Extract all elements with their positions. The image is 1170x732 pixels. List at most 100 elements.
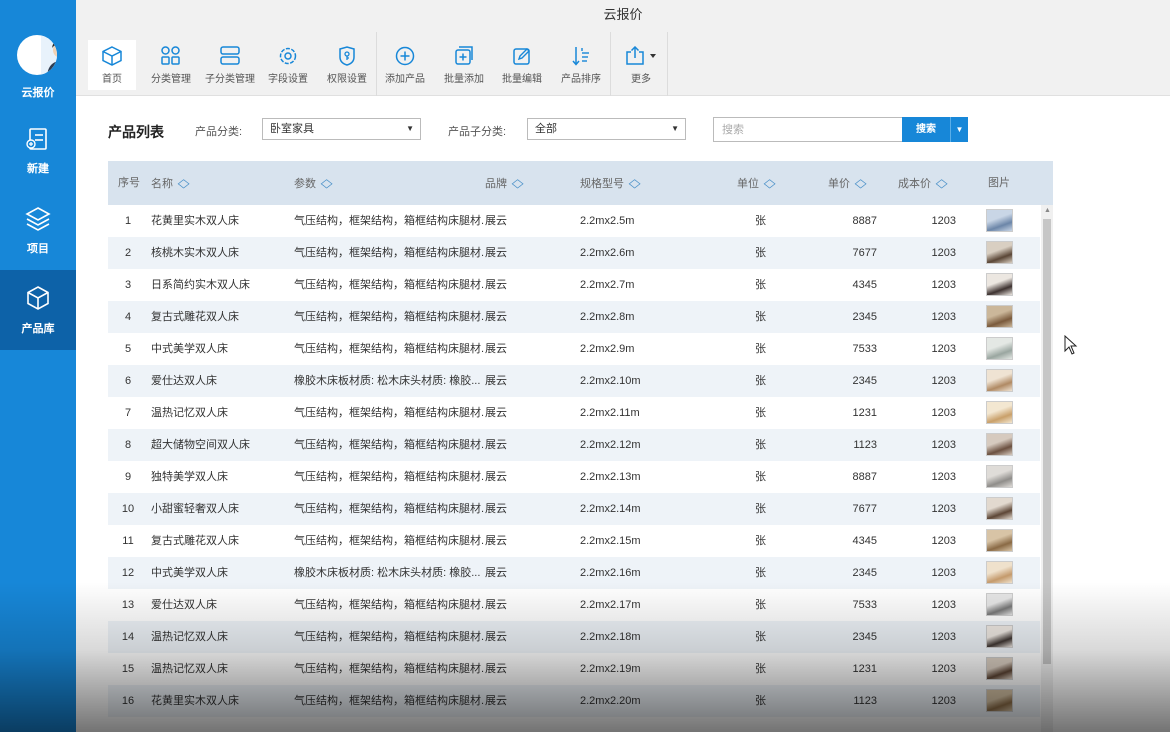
avatar [17,35,57,75]
subcategory-select-value: 全部 [535,123,557,135]
toolbar-batch-edit-button[interactable]: 批量编辑 [498,40,546,90]
table-row[interactable]: 4 复古式雕花双人床 气压结构，框架结构，箱框结构床腿材... 展云 2.2mx2.8m… [108,301,1040,333]
cell-unit: 张 [755,215,766,227]
column-header-image: 图片 [988,177,1010,189]
column-header-params[interactable]: 参数 ◇ [294,161,333,205]
table-row[interactable]: 3 日系简约实木双人床 气压结构，框架结构，箱框结构床腿材... 展云 2.2mx2.7… [108,269,1040,301]
cell-cost: 1203 [931,343,956,355]
toolbar-permission-button[interactable]: 权限设置 [323,40,371,90]
product-thumbnail[interactable] [986,689,1013,712]
table-row[interactable]: 16 花黄里实木双人床 气压结构，框架结构，箱框结构床腿材... 展云 2.2mx2.2… [108,685,1040,717]
sort-icon[interactable]: ◇ [764,161,776,205]
product-thumbnail[interactable] [986,657,1013,680]
sort-icon[interactable]: ◇ [936,161,948,205]
cell-cost: 1203 [931,311,956,323]
sidebar-item-projects[interactable]: 项目 [0,195,76,275]
cell-price: 2345 [852,567,877,579]
toolbar-subcategory-button[interactable]: 子分类管理 [202,40,258,90]
product-thumbnail[interactable] [986,593,1013,616]
toolbar-add-product-button[interactable]: 添加产品 [382,40,428,90]
cell-spec: 2.2mx2.10m [580,375,641,387]
table-row[interactable]: 9 独特美学双人床 气压结构，框架结构，箱框结构床腿材... 展云 2.2mx2.13m… [108,461,1040,493]
cell-price: 1231 [852,407,877,419]
search-options-dropdown[interactable]: ▼ [950,117,968,142]
cell-cost: 1203 [931,567,956,579]
category-select[interactable]: 卧室家具 ▼ [262,118,421,140]
edit-icon [513,48,530,65]
product-thumbnail[interactable] [986,241,1013,264]
column-header-no[interactable]: 序号 [118,161,140,205]
toolbar-sort-button[interactable]: 产品排序 [558,40,604,90]
scrollbar[interactable]: ▲ [1041,205,1053,732]
table-row[interactable]: 10 小甜蜜轻奢双人床 气压结构，框架结构，箱框结构床腿材... 展云 2.2mx2.1… [108,493,1040,525]
scrollbar-thumb[interactable] [1043,219,1051,664]
product-thumbnail[interactable] [986,337,1013,360]
table-row[interactable]: 11 复古式雕花双人床 气压结构，框架结构，箱框结构床腿材... 展云 2.2mx2.1… [108,525,1040,557]
cell-unit: 张 [755,535,766,547]
toolbar-category-button[interactable]: 分类管理 [146,40,196,90]
cell-cost: 1203 [931,439,956,451]
sort-icon[interactable]: ◇ [178,161,190,205]
cell-name: 温热记忆双人床 [151,663,228,675]
product-thumbnail[interactable] [986,273,1013,296]
sort-icon[interactable]: ◇ [855,161,867,205]
subcategory-select[interactable]: 全部 ▼ [527,118,686,140]
toolbar-field-settings-button[interactable]: 字段设置 [264,40,312,90]
search-input[interactable] [713,117,903,142]
toolbar-home-button[interactable]: 首页 [88,40,136,90]
toolbar-label-sort: 产品排序 [561,74,601,85]
column-header-cost[interactable]: 成本价 ◇ [898,161,948,205]
sidebar-item-product-library[interactable]: 产品库 [0,270,76,350]
sort-icon[interactable]: ◇ [629,161,641,205]
product-thumbnail[interactable] [986,561,1013,584]
table-row[interactable]: 6 爱仕达双人床 橡胶木床板材质: 松木床头材质: 橡胶... 展云 2.2mx2.10… [108,365,1040,397]
table-row[interactable]: 2 核桃木实木双人床 气压结构，框架结构，箱框结构床腿材... 展云 2.2mx2.6m… [108,237,1040,269]
cell-no: 15 [121,663,135,675]
product-thumbnail[interactable] [986,625,1013,648]
product-thumbnail[interactable] [986,465,1013,488]
cell-price: 8887 [852,215,877,227]
cell-brand: 展云 [485,279,507,291]
sort-icon[interactable]: ◇ [512,161,524,205]
search-button[interactable]: 搜索 [902,117,950,142]
product-thumbnail[interactable] [986,369,1013,392]
cell-no: 2 [124,247,132,259]
product-thumbnail[interactable] [986,209,1013,232]
sort-icon[interactable]: ◇ [321,161,333,205]
table-row[interactable]: 12 中式美学双人床 橡胶木床板材质: 松木床头材质: 橡胶... 展云 2.2mx2.… [108,557,1040,589]
product-thumbnail[interactable] [986,401,1013,424]
table-row[interactable]: 13 爱仕达双人床 气压结构，框架结构，箱框结构床腿材... 展云 2.2mx2.17m… [108,589,1040,621]
toolbar-label-subcategory: 子分类管理 [205,74,255,85]
sidebar-item-new[interactable]: 新建 [0,115,76,195]
cell-cost: 1203 [931,695,956,707]
toolbar-batch-add-button[interactable]: 批量添加 [440,40,488,90]
column-header-spec[interactable]: 规格型号 ◇ [580,161,641,205]
product-thumbnail[interactable] [986,433,1013,456]
sidebar-label-projects: 项目 [27,243,49,255]
column-header-name[interactable]: 名称 ◇ [151,161,190,205]
product-thumbnail[interactable] [986,497,1013,520]
user-profile[interactable]: 云报价 [0,0,76,110]
cell-params: 气压结构，框架结构，箱框结构床腿材... [294,599,484,611]
product-thumbnail[interactable] [986,529,1013,552]
table-row[interactable]: 5 中式美学双人床 气压结构，框架结构，箱框结构床腿材... 展云 2.2mx2.9m 张… [108,333,1040,365]
column-header-brand[interactable]: 品牌 ◇ [485,161,524,205]
cell-unit: 张 [755,567,766,579]
table-row[interactable]: 15 温热记忆双人床 气压结构，框架结构，箱框结构床腿材... 展云 2.2mx2.19… [108,653,1040,685]
new-quote-icon [26,128,47,150]
table-row[interactable]: 7 温热记忆双人床 气压结构，框架结构，箱框结构床腿材... 展云 2.2mx2.11m… [108,397,1040,429]
cell-name: 温热记忆双人床 [151,631,228,643]
scroll-up-icon[interactable]: ▲ [1044,207,1051,214]
toolbar-more-button[interactable]: 更多 [616,40,666,90]
cell-brand: 展云 [485,471,507,483]
table-row[interactable]: 8 超大储物空间双人床 气压结构，框架结构，箱框结构床腿材... 展云 2.2mx2.1… [108,429,1040,461]
table-row[interactable]: 14 温热记忆双人床 气压结构，框架结构，箱框结构床腿材... 展云 2.2mx2.18… [108,621,1040,653]
cell-brand: 展云 [485,567,507,579]
column-header-unit[interactable]: 单位 ◇ [737,161,776,205]
cell-spec: 2.2mx2.7m [580,279,635,291]
cell-brand: 展云 [485,535,507,547]
product-thumbnail[interactable] [986,305,1013,328]
column-header-price[interactable]: 单价 ◇ [828,161,867,205]
toolbar-label-field-settings: 字段设置 [268,74,308,85]
table-row[interactable]: 1 花黄里实木双人床 气压结构，框架结构，箱框结构床腿材... 展云 2.2mx2.5m… [108,205,1040,237]
